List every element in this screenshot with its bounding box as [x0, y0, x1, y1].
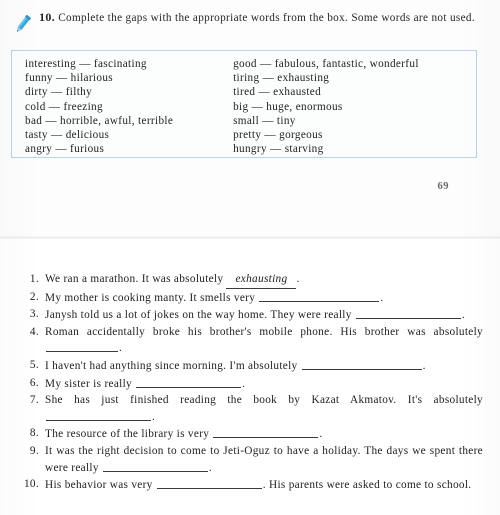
filled-answer[interactable]: exhausting [226, 272, 297, 289]
word-pair: pretty — gorgeous [233, 129, 323, 142]
item-body: It was the right decision to come to Jet… [45, 444, 483, 476]
item-body: My sister is really . [45, 376, 483, 393]
answer-blank[interactable] [46, 409, 151, 421]
item-text-post: . [119, 342, 123, 355]
answer-blank[interactable] [213, 426, 319, 439]
item-text-pre: We ran a marathon. It was absolutely [45, 273, 224, 285]
word-pair: tasty — delicious [25, 129, 110, 142]
list-item: 8. The resource of the library is very . [21, 426, 483, 443]
word-pair: funny — hilarious [25, 72, 113, 85]
item-text-pre: She has just finished reading the book b… [45, 394, 483, 407]
item-number: 10. [23, 478, 39, 491]
word-pair: angry — furious [25, 143, 105, 156]
task-instruction-text: Complete the gaps with the appropriate w… [58, 12, 476, 24]
answer-blank[interactable] [46, 340, 118, 353]
item-text-pre: My sister is really [45, 377, 132, 390]
word-bank-left-column: interesting — fascinating funny — hilari… [12, 57, 229, 156]
word-bank-box: interesting — fascinating funny — hilari… [11, 50, 477, 158]
answer-blank[interactable] [136, 376, 242, 388]
item-text-post: . [242, 377, 246, 390]
list-item: 5. I haven't had anything since morning.… [21, 358, 483, 375]
item-body: His behavior was very . His parents were… [45, 477, 483, 494]
page-number: 69 [437, 181, 449, 192]
list-item: 6. My sister is really . [21, 376, 483, 393]
item-text-post: . His parents were asked to come to scho… [262, 479, 472, 492]
item-text-post: . [152, 410, 156, 423]
item-text-post: . [296, 273, 300, 285]
item-number: 8. [29, 427, 39, 440]
item-text-pre: His behavior was very [45, 479, 153, 492]
item-number: 7. [29, 394, 39, 407]
item-text-pre: Janysh told us a lot of jokes on the way… [45, 309, 352, 322]
list-item: 9. It was the right decision to come to … [21, 444, 483, 476]
item-text-pre: My mother is cooking manty. It smells ve… [45, 291, 256, 304]
word-pair: small — tiny [233, 114, 296, 127]
task-number: 10. [39, 10, 56, 24]
task-header: 10. Complete the gaps with the appropria… [10, 10, 490, 37]
list-item: 10. His behavior was very . His parents … [21, 477, 483, 494]
word-pair: cold — freezing [25, 100, 103, 113]
item-number: 9. [29, 444, 39, 457]
exercise-list: 1. We ran a marathon. It was absolutely … [21, 272, 483, 495]
word-pair: tiring — exhausting [233, 72, 330, 85]
task-instruction-block: 10. Complete the gaps with the appropria… [39, 10, 479, 26]
item-body: Janysh told us a lot of jokes on the way… [45, 307, 483, 324]
item-text-post: . [461, 309, 465, 322]
item-number: 2. [29, 290, 39, 303]
item-number: 6. [29, 376, 39, 389]
word-bank-right-column: good — fabulous, fantastic, wonderful ti… [229, 57, 476, 156]
word-pair: big — huge, enormous [233, 100, 343, 113]
item-text-post: . [422, 359, 426, 372]
list-item: 7. She has just finished reading the boo… [21, 393, 483, 425]
answer-blank[interactable] [156, 477, 262, 490]
pencil-icon [16, 14, 31, 32]
item-body: She has just finished reading the book b… [45, 393, 483, 425]
item-body: Roman accidentally broke his brother's m… [45, 325, 483, 357]
answer-blank[interactable] [102, 460, 208, 472]
item-body: I haven't had anything since morning. I'… [45, 358, 483, 375]
item-number: 5. [29, 358, 39, 371]
word-pair: dirty — filthy [25, 86, 93, 99]
word-pair: interesting — fascinating [25, 58, 147, 70]
page-fragment-bottom: 1. We ran a marathon. It was absolutely … [0, 239, 500, 515]
item-text-post: . [380, 291, 384, 304]
word-pair: hungry — starving [233, 143, 324, 156]
list-item: 4. Roman accidentally broke his brother'… [21, 325, 483, 357]
item-body: The resource of the library is very . [45, 426, 483, 443]
item-text-post: . [319, 428, 323, 441]
word-pair: bad — horrible, awful, terrible [25, 114, 174, 127]
list-item: 1. We ran a marathon. It was absolutely … [21, 272, 483, 289]
item-text-pre: The resource of the library is very [45, 428, 210, 441]
item-number: 3. [29, 308, 39, 321]
word-pair: good — fabulous, fantastic, wonderful [233, 58, 419, 70]
page-fragment-top: 10. Complete the gaps with the appropria… [0, 0, 500, 238]
item-body: My mother is cooking manty. It smells ve… [45, 290, 483, 307]
answer-blank[interactable] [259, 290, 380, 302]
item-text-post: . [208, 461, 213, 474]
list-item: 3. Janysh told us a lot of jokes on the … [21, 307, 483, 324]
answer-blank[interactable] [355, 307, 461, 320]
item-number: 4. [29, 325, 39, 338]
list-item: 2. My mother is cooking manty. It smells… [21, 290, 483, 307]
item-text-pre: I haven't had anything since morning. I'… [45, 359, 298, 372]
item-body: We ran a marathon. It was absolutely exh… [45, 272, 483, 289]
answer-blank[interactable] [301, 358, 422, 370]
item-number: 1. [29, 273, 39, 285]
item-text-pre: Roman accidentally broke his brother's m… [45, 325, 483, 338]
word-pair: tired — exhausted [233, 86, 322, 99]
